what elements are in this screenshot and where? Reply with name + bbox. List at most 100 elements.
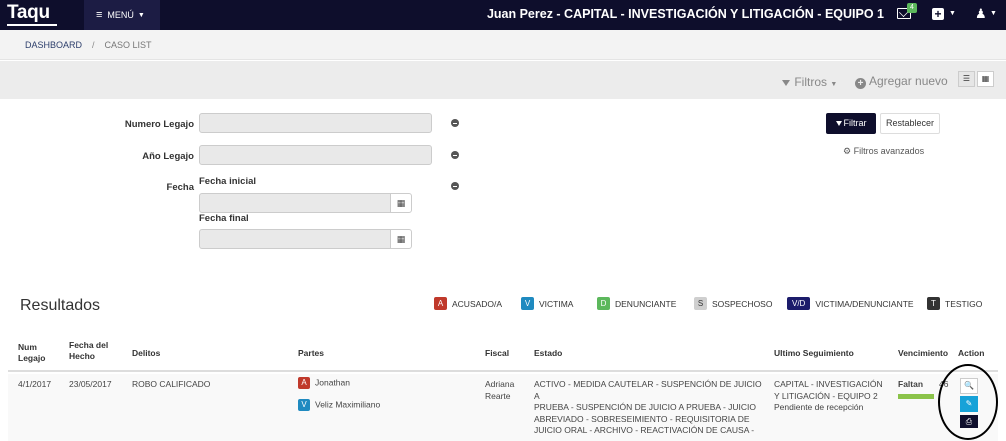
- legend-sospechoso: S SOSPECHOSO: [694, 297, 772, 310]
- cell-delitos: ROBO CALIFICADO: [132, 379, 211, 389]
- mail-badge: 4: [907, 3, 917, 13]
- anio-legajo-input[interactable]: [199, 145, 432, 165]
- numero-legajo-input[interactable]: [199, 113, 432, 133]
- th-partes[interactable]: Partes: [298, 348, 324, 359]
- cell-fecha: 23/05/2017: [69, 379, 112, 389]
- legend-testigo: T TESTIGO: [927, 297, 982, 310]
- estado-line: ABREVIADO - SOBRESEIMIENTO - REQUISITORI…: [534, 413, 750, 424]
- th-action: Action: [958, 348, 985, 358]
- results-title: Resultados: [20, 297, 101, 314]
- menu-label: MENÚ: [107, 10, 134, 20]
- breadcrumb-caso-list: CASO LIST: [104, 39, 152, 50]
- legend-badge: S: [694, 297, 707, 310]
- plus-circle-icon: +: [855, 78, 866, 89]
- th-fecha-hecho[interactable]: Fecha del Hecho: [69, 340, 108, 362]
- brand-underline: [7, 24, 57, 26]
- filtros-avanzados-label: Filtros avanzados: [853, 146, 925, 156]
- th-text: Num: [18, 342, 37, 352]
- filtrar-button[interactable]: Filtrar: [826, 113, 876, 134]
- grid-view-button[interactable]: ▦: [977, 71, 994, 87]
- legend-label: ACUSADO/A: [452, 298, 503, 309]
- cell-num-legajo: 4/1/2017: [18, 379, 52, 389]
- chevron-down-icon[interactable]: ▼: [949, 10, 956, 17]
- brand-logo[interactable]: Taqu: [7, 2, 50, 24]
- filtros-label: Filtros: [794, 75, 828, 89]
- fecha-label: Fecha: [166, 182, 194, 193]
- th-fiscal[interactable]: Fiscal: [485, 348, 509, 359]
- cell-fiscal: Adriana Rearte: [485, 379, 514, 402]
- list-view-button[interactable]: ☰: [958, 71, 975, 87]
- parte-badge: V: [298, 399, 310, 411]
- vencimiento-progress-bar: [898, 394, 934, 399]
- filtros-avanzados-link[interactable]: ⚙ Filtros avanzados: [843, 146, 924, 157]
- legend-denunciante: D DENUNCIANTE: [597, 297, 676, 310]
- remove-filter-icon[interactable]: [451, 151, 459, 159]
- user-context-title: Juan Perez - CAPITAL - INVESTIGACIÓN Y L…: [486, 7, 884, 21]
- th-text: Legajo: [18, 353, 46, 363]
- legend-victima: V VICTIMA: [521, 297, 573, 310]
- th-num-legajo[interactable]: Num Legajo: [18, 342, 45, 364]
- parte-name[interactable]: Veliz Maximiliano: [315, 399, 380, 409]
- estado-line: PRUEBA - SUSPENCIÓN DE JUICIO A PRUEBA -…: [534, 402, 756, 412]
- ultimo-line: Pendiente de recepción: [774, 402, 864, 412]
- filtrar-label: Filtrar: [843, 118, 867, 128]
- fiscal-line: Rearte: [485, 390, 511, 401]
- calendar-icon[interactable]: ▦: [390, 229, 412, 249]
- legend-label: DENUNCIANTE: [615, 298, 677, 309]
- numero-legajo-label: Numero Legajo: [124, 119, 194, 130]
- table-header: Num Legajo Fecha del Hecho Delitos Parte…: [8, 334, 998, 372]
- hamburger-icon: ≡: [96, 9, 103, 21]
- remove-filter-icon[interactable]: [451, 119, 459, 127]
- menu-button[interactable]: ≡ MENÚ ▼: [84, 0, 160, 30]
- calendar-icon[interactable]: ▦: [390, 193, 412, 213]
- remove-filter-icon[interactable]: [451, 182, 459, 190]
- th-vencimiento[interactable]: Vencimiento: [898, 348, 948, 359]
- top-navbar: Taqu ≡ MENÚ ▼ Juan Perez - CAPITAL - INV…: [0, 0, 1006, 30]
- fecha-inicial-label: Fecha inicial: [199, 176, 257, 187]
- cell-parte: A Jonathan: [298, 377, 350, 389]
- parte-name[interactable]: Jonathan: [315, 377, 350, 387]
- cell-estado: ACTIVO - MEDIDA CAUTELAR - SUSPENCIÓN DE…: [534, 379, 766, 437]
- legend-badge: V: [521, 297, 534, 310]
- fecha-final-input[interactable]: [199, 229, 391, 249]
- legend-badge: D: [597, 297, 610, 310]
- user-icon[interactable]: ♟: [975, 6, 987, 22]
- anio-legajo-label: Año Legajo: [142, 151, 194, 162]
- ultimo-line: CAPITAL - INVESTIGACIÓN: [774, 379, 883, 389]
- th-ultimo-seguimiento[interactable]: Ultimo Seguimiento: [774, 348, 854, 359]
- legend-badge: V/D: [787, 297, 811, 310]
- chevron-down-icon[interactable]: ▼: [990, 10, 997, 17]
- breadcrumb-dashboard[interactable]: DASHBOARD: [25, 40, 82, 50]
- legend-label: VICTIMA: [539, 298, 574, 309]
- estado-line: ACTIVO - MEDIDA CAUTELAR - SUSPENCIÓN DE…: [534, 379, 762, 401]
- legend-label: TESTIGO: [945, 298, 983, 309]
- breadcrumb: DASHBOARD / CASO LIST: [0, 30, 1006, 60]
- restablecer-button[interactable]: Restablecer: [880, 113, 940, 134]
- agregar-nuevo-button[interactable]: + Agregar nuevo: [855, 74, 948, 89]
- legend-badge: T: [927, 297, 940, 310]
- cell-ultimo-seguimiento: CAPITAL - INVESTIGACIÓN Y LITIGACIÓN - E…: [774, 379, 883, 414]
- chevron-down-icon: ▼: [830, 81, 838, 88]
- toolbar: Filtros ▼ + Agregar nuevo ☰ ▦: [0, 61, 1006, 99]
- legend-victima-denunciante: V/D VICTIMA/DENUNCIANTE: [787, 297, 914, 310]
- filtros-dropdown[interactable]: Filtros ▼: [782, 75, 837, 89]
- legend-acusado: A ACUSADO/A: [434, 297, 502, 310]
- cell-parte: V Veliz Maximiliano: [298, 399, 380, 411]
- th-estado[interactable]: Estado: [534, 348, 562, 359]
- gears-icon: ⚙: [843, 146, 852, 156]
- estado-line: JUICIO ORAL - ARCHIVO - REACTIVACIÓN DE …: [534, 425, 755, 435]
- th-delitos[interactable]: Delitos: [132, 348, 160, 359]
- th-text: Hecho: [69, 351, 95, 361]
- legend-label: VICTIMA/DENUNCIANTE: [815, 298, 914, 309]
- breadcrumb-separator: /: [92, 39, 95, 50]
- add-menu-icon[interactable]: +: [932, 8, 944, 20]
- agregar-label: Agregar nuevo: [869, 74, 948, 88]
- highlight-circle: [938, 364, 998, 440]
- filter-icon: [835, 121, 842, 126]
- legend-label: SOSPECHOSO: [712, 298, 773, 309]
- fecha-final-label: Fecha final: [199, 213, 249, 224]
- th-text: Fecha del: [69, 340, 109, 350]
- legend-badge: A: [434, 297, 447, 310]
- filter-icon: [782, 80, 790, 86]
- fecha-inicial-input[interactable]: [199, 193, 391, 213]
